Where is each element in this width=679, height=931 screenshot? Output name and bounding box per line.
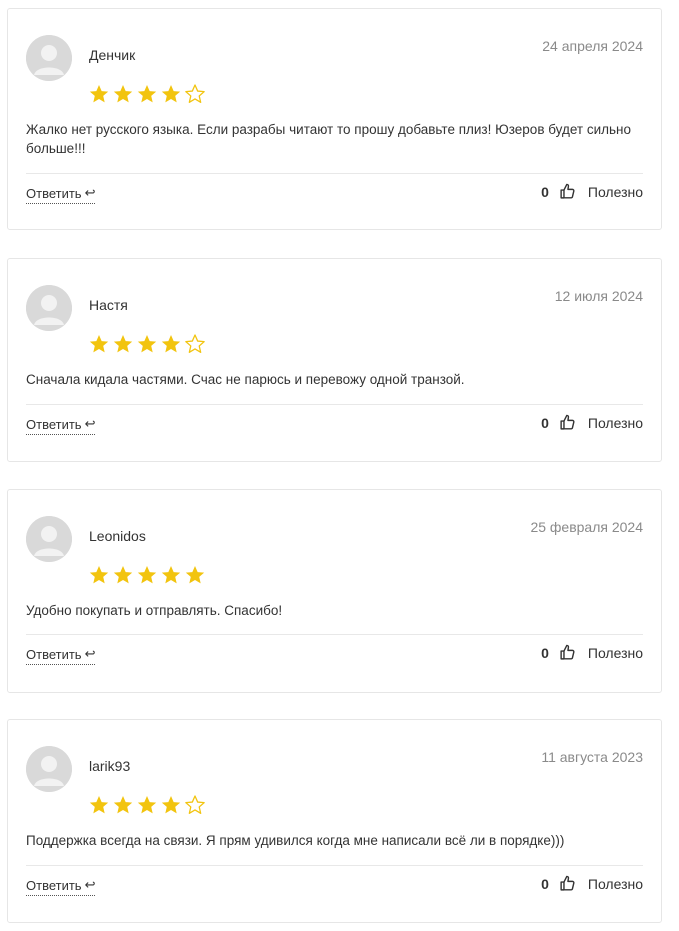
review-text: Поддержка всегда на связи. Я прям удивил…: [26, 833, 565, 848]
like-count: 0: [541, 183, 549, 200]
rating-stars: [88, 564, 206, 586]
thumbs-up-icon: [560, 183, 575, 199]
reply-label: Ответить: [26, 416, 82, 432]
review-date: 25 февраля 2024: [530, 519, 643, 535]
like-button[interactable]: [559, 875, 576, 892]
reply-label: Ответить: [26, 185, 82, 201]
star-filled-icon: [137, 85, 157, 103]
reply-link[interactable]: Ответить ↩: [26, 877, 96, 896]
thumbs-up-icon: [560, 414, 575, 430]
user-placeholder-icon: [26, 35, 72, 81]
useful-button[interactable]: Полезно: [588, 876, 643, 892]
star-filled-icon: [137, 566, 157, 584]
star-filled-icon: [113, 335, 133, 353]
helpful-controls: 0 Полезно: [541, 414, 643, 431]
star-filled-icon: [89, 335, 109, 353]
review-date: 11 августа 2023: [541, 749, 643, 765]
user-placeholder-icon: [26, 746, 72, 792]
useful-button[interactable]: Полезно: [588, 645, 643, 661]
review-author: Leonidos: [89, 528, 146, 544]
helpful-controls: 0 Полезно: [541, 875, 643, 892]
user-placeholder-icon: [26, 516, 72, 562]
review-footer: Ответить ↩ 0 Полезно: [26, 634, 643, 673]
reply-label: Ответить: [26, 877, 82, 893]
review-text: Удобно покупать и отправлять. Спасибо!: [26, 603, 283, 618]
review-author: larik93: [89, 758, 131, 774]
star-empty-icon: [185, 84, 205, 103]
star-filled-icon: [89, 85, 109, 103]
star-filled-icon: [113, 85, 133, 103]
star-filled-icon: [161, 85, 181, 103]
review-card: Настя 12 июля 2024 Сначала кидала частям…: [7, 258, 662, 462]
like-button[interactable]: [559, 414, 576, 431]
review-author: Денчик: [89, 47, 136, 63]
star-filled-icon: [137, 796, 157, 814]
star-empty-icon: [185, 334, 205, 353]
useful-button[interactable]: Полезно: [588, 415, 643, 431]
reply-label: Ответить: [26, 646, 82, 662]
helpful-controls: 0 Полезно: [541, 644, 643, 661]
like-count: 0: [541, 875, 549, 892]
reply-arrow-icon: ↩: [84, 185, 96, 200]
user-placeholder-icon: [26, 285, 72, 331]
like-button[interactable]: [559, 183, 576, 200]
reply-link[interactable]: Ответить ↩: [26, 185, 96, 204]
review-footer: Ответить ↩ 0 Полезно: [26, 404, 643, 443]
reply-arrow-icon: ↩: [84, 646, 96, 661]
like-count: 0: [541, 414, 549, 431]
review-text: Жалко нет русского языка. Если разрабы ч…: [26, 122, 632, 156]
like-button[interactable]: [559, 644, 576, 661]
reply-link[interactable]: Ответить ↩: [26, 646, 96, 665]
reply-arrow-icon: ↩: [84, 416, 96, 431]
rating-stars: [88, 333, 206, 355]
review-author: Настя: [89, 297, 128, 313]
star-filled-icon: [137, 335, 157, 353]
review-date: 24 апреля 2024: [542, 38, 643, 54]
star-filled-icon: [113, 566, 133, 584]
star-filled-icon: [161, 335, 181, 353]
star-filled-icon: [161, 796, 181, 814]
star-empty-icon: [185, 795, 205, 814]
review-date: 12 июля 2024: [554, 288, 643, 304]
review-card: larik93 11 августа 2023 Поддержка всегда…: [7, 719, 662, 923]
useful-button[interactable]: Полезно: [588, 184, 643, 200]
star-filled-icon: [185, 566, 205, 584]
reply-link[interactable]: Ответить ↩: [26, 416, 96, 435]
rating-stars: [88, 794, 206, 816]
star-filled-icon: [113, 796, 133, 814]
star-filled-icon: [89, 566, 109, 584]
like-count: 0: [541, 644, 549, 661]
review-card: Leonidos 25 февраля 2024 Удобно покупать…: [7, 489, 662, 693]
star-filled-icon: [89, 796, 109, 814]
review-text: Сначала кидала частями. Счас не парюсь и…: [26, 372, 465, 387]
review-footer: Ответить ↩ 0 Полезно: [26, 865, 643, 904]
review-card: Денчик 24 апреля 2024 Жалко нет русского…: [7, 8, 662, 230]
rating-stars: [88, 83, 206, 105]
reply-arrow-icon: ↩: [84, 877, 96, 892]
thumbs-up-icon: [560, 875, 575, 891]
star-filled-icon: [161, 566, 181, 584]
review-footer: Ответить ↩ 0 Полезно: [26, 173, 643, 212]
thumbs-up-icon: [560, 644, 575, 660]
helpful-controls: 0 Полезно: [541, 183, 643, 200]
